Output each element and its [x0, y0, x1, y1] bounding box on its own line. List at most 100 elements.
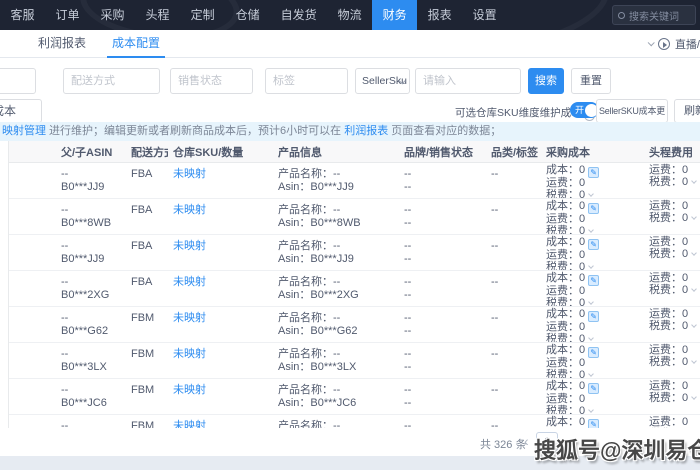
asin-cell: -- B0***3LX — [56, 343, 126, 378]
shipping-method-value: FBM — [131, 348, 155, 360]
edit-cost-icon[interactable]: ✎ — [588, 311, 600, 322]
expand-caret-icon[interactable] — [588, 298, 594, 305]
search-icon — [618, 11, 625, 19]
shipping-method-filter[interactable] — [63, 68, 160, 94]
store-cell — [9, 163, 56, 198]
mapping-cell: 未映射 — [168, 271, 273, 306]
hfreight-value: 0 — [682, 236, 689, 248]
product-asin-line: Asin：B0***JJ9 — [278, 253, 396, 266]
sale-status-filter[interactable] — [170, 68, 253, 94]
keyword-input[interactable] — [415, 68, 521, 94]
expand-caret-icon[interactable] — [691, 213, 697, 220]
mapping-management-link[interactable]: 映射管理 — [2, 125, 46, 137]
warehouse-sku-toggle[interactable]: 开 — [570, 102, 599, 118]
expand-caret-icon[interactable] — [588, 190, 594, 197]
expand-caret-icon[interactable] — [588, 406, 594, 413]
expand-caret-icon[interactable] — [588, 226, 594, 233]
expand-caret-icon[interactable] — [588, 370, 594, 377]
edit-cost-icon[interactable]: ✎ — [588, 203, 600, 214]
parent-asin: -- — [61, 276, 69, 288]
unmapped-link[interactable]: 未映射 — [173, 240, 206, 252]
nav-item-logistics[interactable]: 物流 — [327, 0, 372, 30]
cost-value: 0 — [579, 344, 586, 356]
header-purchase-cost: 采购成本 — [546, 146, 590, 159]
asin-cell: -- B0*** — [56, 415, 126, 428]
edit-cost-icon[interactable]: ✎ — [588, 239, 600, 250]
top-navbar: 客服 订单 采购 头程 定制 仓储 自发货 物流 财务 报表 设置 搜索关键词 — [0, 0, 700, 30]
edit-cost-icon[interactable]: ✎ — [588, 347, 600, 358]
cost-label: 成本： — [546, 236, 579, 248]
edit-cost-icon[interactable]: ✎ — [588, 383, 600, 394]
nav-item-settings[interactable]: 设置 — [462, 0, 507, 30]
nav-item-purchasing[interactable]: 采购 — [90, 0, 135, 30]
expand-caret-icon[interactable] — [691, 285, 697, 292]
freight-label: 运费： — [546, 177, 579, 189]
pagination-page-1[interactable]: 1 — [536, 432, 558, 452]
refresh-order-cost-button[interactable]: 刷新订单 — [674, 99, 700, 123]
status-value: -- — [404, 361, 412, 373]
live-label[interactable]: 直播/ — [675, 36, 700, 52]
edit-cost-icon[interactable]: ✎ — [588, 275, 600, 286]
hfreight-value: 0 — [682, 200, 689, 212]
profit-report-link[interactable]: 利润报表 — [344, 125, 388, 137]
category-value: -- — [491, 168, 499, 180]
pagination-prev-icon[interactable]: ‹ — [524, 433, 529, 449]
unmapped-link[interactable]: 未映射 — [173, 204, 206, 216]
unmapped-link[interactable]: 未映射 — [173, 312, 206, 324]
unmapped-link[interactable]: 未映射 — [173, 384, 206, 396]
edit-cost-icon[interactable]: ✎ — [588, 419, 600, 428]
search-button[interactable]: 搜索 — [528, 68, 564, 94]
seller-sku-cost-update-button[interactable]: SellerSKU成本更新 — [596, 99, 668, 138]
chevron-down-icon[interactable] — [647, 39, 655, 47]
product-name-line: 产品名称：-- — [278, 168, 396, 181]
nav-item-reports[interactable]: 报表 — [417, 0, 462, 30]
clipped-filter-input[interactable] — [0, 68, 36, 94]
nav-item-finance[interactable]: 财务 — [372, 0, 418, 30]
expand-caret-icon[interactable] — [691, 249, 697, 256]
unmapped-link[interactable]: 未映射 — [173, 276, 206, 288]
unmapped-link[interactable]: 未映射 — [173, 168, 206, 180]
first-leg-fee-cell: 运费：0 税费：0 — [644, 235, 700, 270]
toggle-label-text: 可选仓库SKU维度维护成本 — [455, 107, 582, 119]
nav-item-warehouse[interactable]: 仓储 — [225, 0, 270, 30]
nav-item-orders[interactable]: 订单 — [45, 0, 90, 30]
brand-value: -- — [404, 312, 412, 324]
clipped-cost-button[interactable]: 成本 — [0, 99, 42, 123]
tax-value: 0 — [579, 368, 586, 378]
expand-caret-icon[interactable] — [588, 334, 594, 341]
nav-item-self-delivery[interactable]: 自发货 — [270, 0, 327, 30]
tab-cost-config[interactable]: 成本配置 — [106, 30, 166, 58]
mapping-cell: 未映射 — [168, 343, 273, 378]
table-header: 父/子ASIN 配送方式 仓库SKU/数量 产品信息 品牌/销售状态 品类/标签… — [9, 141, 700, 163]
store-cell — [9, 199, 56, 234]
child-asin: B0***JJ9 — [61, 253, 105, 265]
first-leg-fee-cell: 运费：0 税费：0 — [644, 199, 700, 234]
expand-caret-icon[interactable] — [691, 393, 697, 400]
reset-button[interactable]: 重置 — [571, 68, 611, 94]
nav-item-customization[interactable]: 定制 — [180, 0, 225, 30]
brand-value: -- — [404, 420, 412, 428]
unmapped-link[interactable]: 未映射 — [173, 420, 206, 428]
status-value: -- — [404, 289, 412, 301]
tax-line: 税费：0 — [546, 333, 641, 342]
expand-caret-icon[interactable] — [691, 321, 697, 328]
edit-cost-icon[interactable]: ✎ — [588, 167, 600, 178]
tag-filter[interactable] — [265, 68, 348, 94]
sku-type-select[interactable]: SellerSku — [355, 68, 410, 94]
tab-profit-report[interactable]: 利润报表 — [38, 30, 86, 57]
brand-status-cell: -- -- — [399, 163, 486, 198]
product-name-line: 产品名称：-- — [278, 312, 396, 325]
unmapped-link[interactable]: 未映射 — [173, 348, 206, 360]
hfreight-label: 运费： — [649, 416, 682, 428]
expand-caret-icon[interactable] — [691, 357, 697, 364]
htax-value: 0 — [682, 391, 689, 404]
htax-label: 税费： — [649, 175, 682, 188]
nav-item-first-leg[interactable]: 头程 — [135, 0, 180, 30]
expand-caret-icon[interactable] — [588, 262, 594, 269]
product-name-value: -- — [333, 240, 341, 252]
expand-caret-icon[interactable] — [691, 177, 697, 184]
parent-asin: -- — [61, 204, 69, 216]
global-search-input[interactable]: 搜索关键词 — [612, 5, 696, 25]
hfreight-label: 运费： — [649, 236, 682, 248]
nav-item-customer-service[interactable]: 客服 — [0, 0, 45, 30]
